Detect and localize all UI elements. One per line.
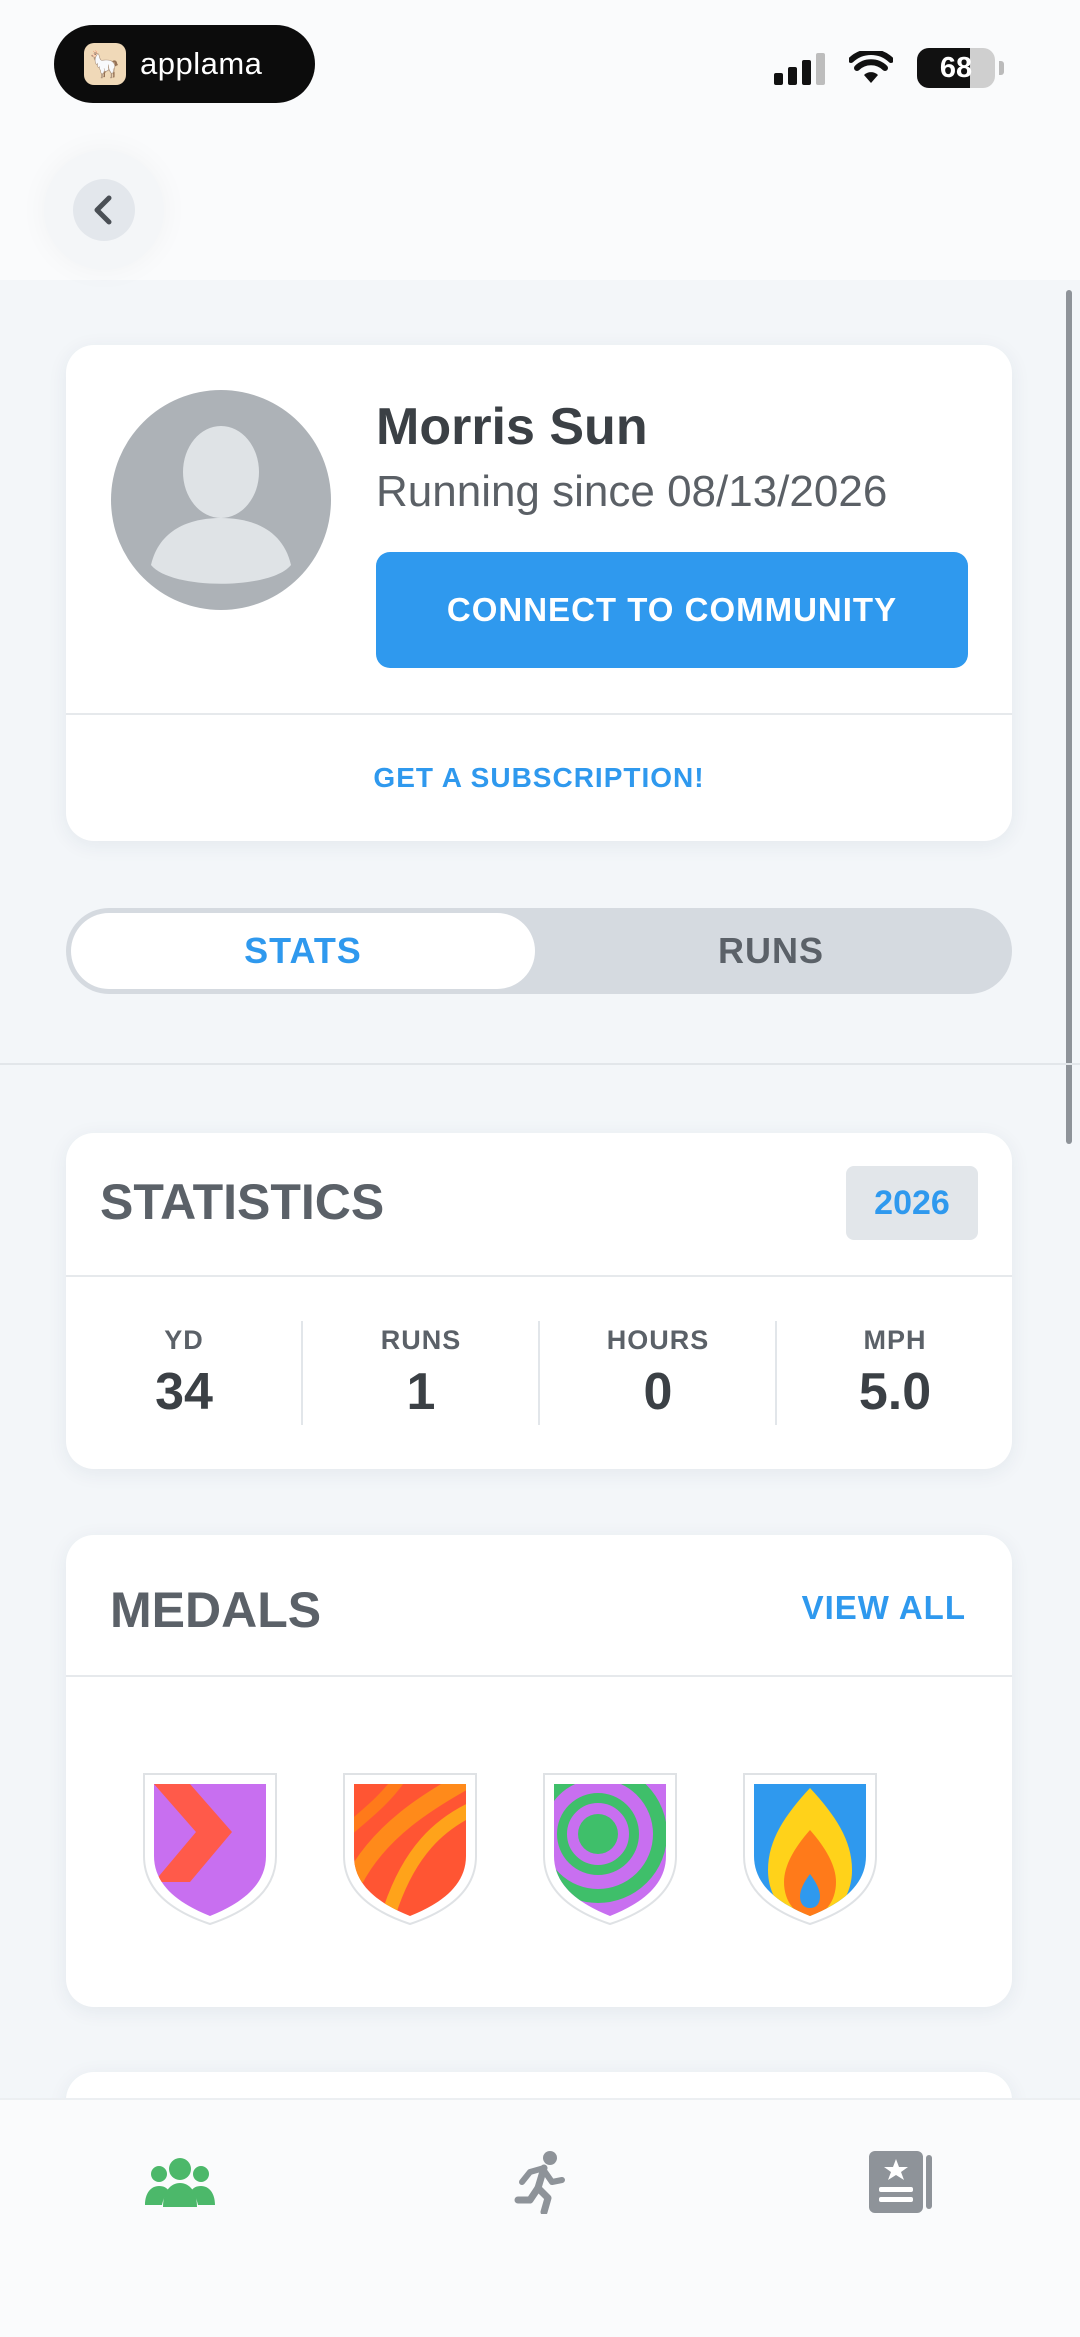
stat-value: 1 <box>406 1362 436 1421</box>
profile-card: Morris Sun Running since 08/13/2026 CONN… <box>66 345 1012 841</box>
stat-label: HOURS <box>606 1324 710 1355</box>
view-all-link[interactable]: VIEW ALL <box>802 1589 966 1627</box>
stat-label: RUNS <box>380 1324 462 1355</box>
journal-star-icon <box>869 2151 932 2213</box>
tab-journal[interactable] <box>855 2142 945 2222</box>
stat-value: 5.0 <box>858 1362 932 1421</box>
profile-name: Morris Sun <box>376 398 648 456</box>
flame-shield-medal-icon[interactable] <box>740 1770 880 1926</box>
user-silhouette-icon <box>151 426 291 584</box>
status-bar: 🦙 applama 68 <box>0 0 1080 140</box>
tab-runs[interactable]: RUNS <box>535 913 1007 989</box>
tab-community[interactable] <box>135 2142 225 2222</box>
stat-runs: RUNS 1 <box>303 1277 539 1469</box>
back-button[interactable] <box>44 150 164 270</box>
app-badge[interactable]: 🦙 applama <box>54 25 315 103</box>
target-shield-medal-icon[interactable] <box>540 1770 680 1926</box>
stats-runs-toggle: STATS RUNS <box>66 908 1012 994</box>
chevron-left-icon <box>94 195 112 225</box>
stat-label: YD <box>164 1324 204 1355</box>
back-button-circle[interactable] <box>73 179 135 241</box>
chevron-shield-medal-icon[interactable] <box>140 1770 280 1926</box>
app-badge-label: applama <box>140 46 263 81</box>
section-divider <box>0 1063 1080 1065</box>
stat-mph: MPH 5.0 <box>777 1277 1013 1469</box>
battery-icon: 68 <box>917 48 995 88</box>
year-selector[interactable]: 2026 <box>846 1166 978 1240</box>
stat-hours: HOURS 0 <box>540 1277 776 1469</box>
stat-label: MPH <box>863 1324 927 1355</box>
stat-value: 34 <box>155 1362 213 1421</box>
battery-level: 68 <box>939 51 973 84</box>
header <box>0 140 1080 280</box>
tab-stats[interactable]: STATS <box>71 913 535 989</box>
avatar[interactable] <box>111 390 331 610</box>
wifi-icon <box>849 51 893 83</box>
stat-yd: YD 34 <box>66 1277 302 1469</box>
tab-run[interactable] <box>495 2142 585 2222</box>
llama-logo-icon: 🦙 <box>84 43 126 85</box>
stripes-shield-medal-icon[interactable] <box>340 1770 480 1926</box>
medals-card: MEDALS VIEW ALL <box>66 1535 1012 2007</box>
stat-value: 0 <box>643 1362 673 1421</box>
get-subscription-link[interactable]: GET A SUBSCRIPTION! <box>66 715 1012 841</box>
scrollbar[interactable] <box>1066 290 1072 1144</box>
statistics-card: STATISTICS 2026 YD 34 RUNS 1 HOURS 0 MPH… <box>66 1133 1012 1469</box>
community-icon <box>145 2158 215 2207</box>
system-indicators: 68 <box>774 48 1004 88</box>
running-since: Running since 08/13/2026 <box>376 467 888 516</box>
connect-to-community-button[interactable]: CONNECT TO COMMUNITY <box>376 552 968 668</box>
battery-cap <box>999 61 1004 75</box>
statistics-title: STATISTICS <box>100 1174 385 1230</box>
divider <box>66 1675 1012 1677</box>
bottom-tab-bar <box>0 2098 1080 2337</box>
medals-title: MEDALS <box>110 1582 322 1638</box>
runner-icon <box>514 2151 565 2214</box>
signal-icon <box>774 51 825 85</box>
